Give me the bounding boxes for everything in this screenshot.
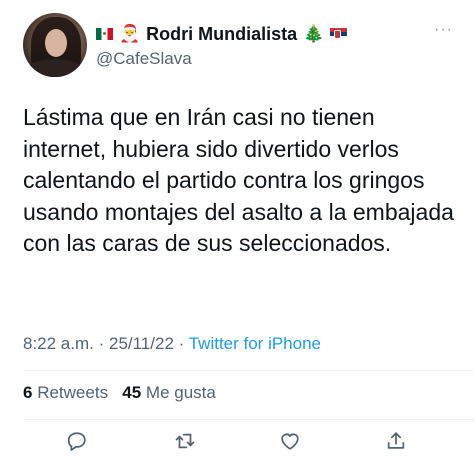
meta-separator: · — [93, 334, 109, 353]
tweet-source-link[interactable]: Twitter for iPhone — [189, 334, 321, 353]
santa-emoji: 🎅 — [119, 23, 141, 44]
retweet-icon — [175, 433, 195, 449]
like-icon — [281, 433, 299, 450]
divider — [23, 370, 474, 371]
share-icon — [387, 432, 405, 449]
likes-label: Me gusta — [145, 383, 216, 402]
likes-stat[interactable]: 45 Me gusta — [122, 383, 216, 402]
tweet-text: Lástima que en Irán casi no tienen inter… — [23, 104, 454, 256]
tweet-date[interactable]: 25/11/22 — [109, 334, 174, 353]
name-row[interactable]: 🎅 Rodri Mundialista 🎄 — [96, 22, 348, 46]
christmas-tree-emoji: 🎄 — [303, 23, 325, 44]
serbia-flag-icon — [330, 28, 348, 40]
avatar-face — [45, 29, 67, 57]
mexico-flag-icon — [96, 28, 113, 40]
likes-count: 45 — [122, 383, 142, 402]
retweets-count: 6 — [23, 383, 33, 402]
retweets-label: Retweets — [37, 383, 109, 402]
avatar[interactable] — [23, 13, 87, 77]
avatar-shoulder — [25, 59, 85, 77]
user-handle[interactable]: @CafeSlava — [96, 49, 192, 69]
tweet-header: 🎅 Rodri Mundialista 🎄 @CafeSlava ··· — [23, 13, 453, 83]
action-bar — [0, 426, 474, 460]
tweet-meta: 8:22 a.m. · 25/11/22 · Twitter for iPhon… — [23, 334, 321, 354]
retweet-button[interactable] — [170, 426, 200, 456]
divider — [23, 419, 474, 420]
display-name[interactable]: Rodri Mundialista — [146, 24, 297, 45]
tweet-stats: 6 Retweets 45 Me gusta — [23, 383, 216, 403]
share-button[interactable] — [381, 426, 411, 456]
tweet-time[interactable]: 8:22 a.m. — [23, 334, 94, 353]
more-options-icon[interactable]: ··· — [434, 21, 453, 39]
reply-icon — [67, 432, 86, 451]
like-button[interactable] — [275, 426, 305, 456]
reply-button[interactable] — [62, 426, 92, 456]
retweets-stat[interactable]: 6 Retweets — [23, 383, 108, 402]
meta-separator-2: · — [173, 334, 189, 353]
